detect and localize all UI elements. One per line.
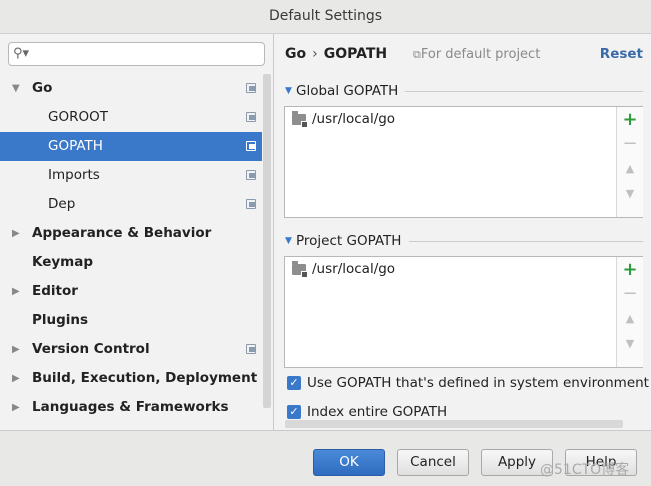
sidebar-item-appearance-behavior[interactable]: ▶ Appearance & Behavior: [0, 219, 262, 248]
project-gopath-list[interactable]: /usr/local/go + − ▲ ▼: [284, 256, 643, 368]
collapse-triangle-icon[interactable]: ▼: [285, 86, 292, 96]
sidebar-scrollbar[interactable]: [262, 74, 272, 408]
project-scope-icon: [246, 112, 256, 122]
project-scope-icon: [246, 344, 256, 354]
sidebar-item-keymap[interactable]: Keymap: [0, 248, 262, 277]
collapsed-arrow-icon[interactable]: ▶: [12, 335, 20, 364]
list-toolbar: + − ▲ ▼: [616, 257, 643, 367]
checkbox-checked-icon[interactable]: ✓: [287, 376, 301, 390]
global-gopath-header[interactable]: ▼ Global GOPATH: [285, 82, 643, 102]
breadcrumb-separator: ›: [312, 46, 318, 62]
global-gopath-title: Global GOPATH: [296, 83, 407, 99]
copy-icon: ⧉: [413, 48, 421, 61]
sidebar-item-label: Appearance & Behavior: [32, 225, 212, 241]
divider: [409, 241, 643, 242]
remove-icon[interactable]: −: [617, 283, 643, 305]
checkbox-label: Use GOPATH that's defined in system envi…: [307, 375, 649, 391]
project-scope-icon: [246, 141, 256, 151]
divider: [405, 91, 643, 92]
collapsed-arrow-icon[interactable]: ▶: [12, 393, 20, 422]
sidebar-item-label: Languages & Frameworks: [32, 399, 229, 415]
add-icon[interactable]: +: [617, 259, 643, 281]
sidebar-item-version-control[interactable]: ▶ Version Control: [0, 335, 262, 364]
folder-icon: [292, 111, 308, 128]
checkbox-checked-icon[interactable]: ✓: [287, 405, 301, 419]
sidebar-item-label: GOROOT: [48, 109, 108, 125]
move-up-icon[interactable]: ▲: [617, 308, 643, 330]
project-gopath-entry: /usr/local/go: [312, 261, 396, 277]
collapsed-arrow-icon[interactable]: ▶: [12, 364, 20, 393]
list-toolbar: + − ▲ ▼: [616, 107, 643, 217]
settings-window: Default Settings ⚲▾ ▼ Go GOROOT GOPATH Impor…: [0, 0, 651, 486]
project-scope-icon: [246, 83, 256, 93]
sidebar: ⚲▾ ▼ Go GOROOT GOPATH Imports Dep ▶ Appearance …: [0, 34, 274, 430]
sidebar-item-dep[interactable]: Dep: [0, 190, 262, 219]
global-gopath-list[interactable]: /usr/local/go + − ▲ ▼: [284, 106, 643, 218]
sidebar-item-gopath[interactable]: GOPATH: [0, 132, 262, 161]
global-gopath-entry: /usr/local/go: [312, 111, 396, 127]
sidebar-item-plugins[interactable]: Plugins: [0, 306, 262, 335]
scrollbar-thumb[interactable]: [263, 74, 271, 408]
sidebar-item-label: GOPATH: [48, 138, 103, 154]
reset-link[interactable]: Reset: [600, 46, 643, 62]
sidebar-item-label: Version Control: [32, 341, 150, 357]
sidebar-item-go[interactable]: ▼ Go: [0, 74, 262, 103]
cancel-button[interactable]: Cancel: [397, 449, 469, 476]
sidebar-item-imports[interactable]: Imports: [0, 161, 262, 190]
project-gopath-title: Project GOPATH: [296, 233, 410, 249]
sidebar-item-languages-frameworks[interactable]: ▶ Languages & Frameworks: [0, 393, 262, 422]
breadcrumb-current: GOPATH: [323, 46, 388, 62]
expanded-arrow-icon[interactable]: ▼: [12, 74, 20, 103]
project-gopath-header[interactable]: ▼ Project GOPATH: [285, 232, 643, 252]
sidebar-item-goroot[interactable]: GOROOT: [0, 103, 262, 132]
settings-tree: ▼ Go GOROOT GOPATH Imports Dep ▶ Appearance & B…: [0, 74, 262, 422]
move-down-icon[interactable]: ▼: [617, 333, 643, 355]
panel-horizontal-scrollbar[interactable]: [285, 420, 623, 428]
add-icon[interactable]: +: [617, 109, 643, 131]
breadcrumb-parent[interactable]: Go: [285, 46, 306, 62]
button-bar: OK Cancel Apply Help @51CTO博客: [0, 430, 651, 486]
collapsed-arrow-icon[interactable]: ▶: [12, 277, 20, 306]
gopath-panel: Go › GOPATH ⧉For default project Reset ▼ G…: [275, 34, 651, 430]
search-icon: ⚲▾: [13, 46, 30, 61]
sidebar-item-build-execution-deployment[interactable]: ▶ Build, Execution, Deployment: [0, 364, 262, 393]
sidebar-item-label: Keymap: [32, 254, 94, 270]
folder-icon: [292, 261, 308, 278]
sidebar-item-label: Go: [32, 80, 53, 96]
watermark: @51CTO博客: [540, 462, 630, 478]
sidebar-item-label: Plugins: [32, 312, 89, 328]
move-up-icon[interactable]: ▲: [617, 158, 643, 180]
ok-button[interactable]: OK: [313, 449, 385, 476]
checkbox-label: Index entire GOPATH: [307, 404, 448, 420]
search-input[interactable]: ⚲▾: [8, 42, 265, 66]
breadcrumb: Go › GOPATH: [285, 46, 387, 66]
remove-icon[interactable]: −: [617, 133, 643, 155]
move-down-icon[interactable]: ▼: [617, 183, 643, 205]
scope-label: ⧉For default project: [413, 47, 541, 62]
project-scope-icon: [246, 170, 256, 180]
project-scope-icon: [246, 199, 256, 209]
collapsed-arrow-icon[interactable]: ▶: [12, 219, 20, 248]
sidebar-item-label: Imports: [48, 167, 100, 183]
sidebar-item-editor[interactable]: ▶ Editor: [0, 277, 262, 306]
collapse-triangle-icon[interactable]: ▼: [285, 236, 292, 246]
window-title: Default Settings: [0, 0, 651, 34]
sidebar-item-label: Build, Execution, Deployment: [32, 370, 258, 386]
sidebar-item-label: Editor: [32, 283, 78, 299]
sidebar-item-label: Dep: [48, 196, 76, 212]
